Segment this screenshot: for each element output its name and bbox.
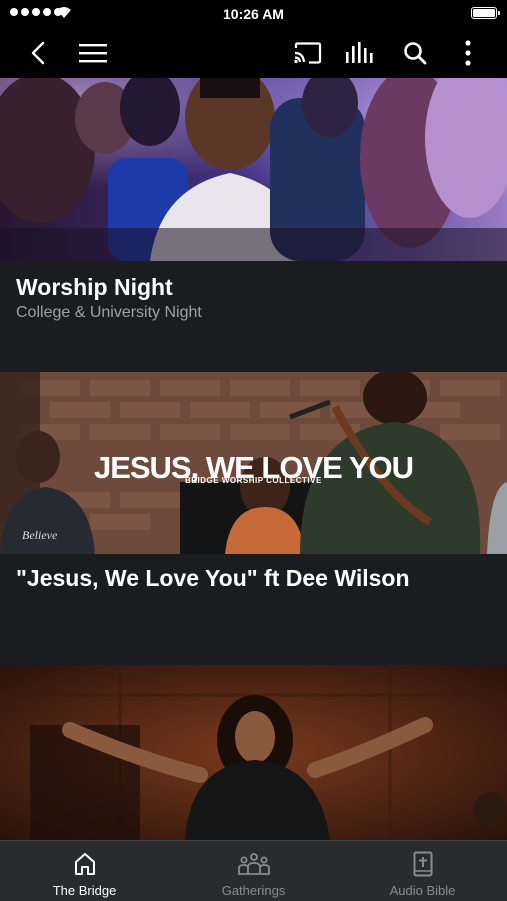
- more-button[interactable]: [458, 28, 478, 78]
- search-button[interactable]: [402, 28, 428, 78]
- singer-thumbnail[interactable]: [0, 665, 507, 840]
- overlay-subtitle: BRIDGE WORSHIP COLLECTIVE: [185, 476, 322, 485]
- back-button[interactable]: [24, 28, 52, 78]
- bottom-tab-bar: The Bridge Gatherings Audio Bible: [0, 840, 507, 901]
- feed-card-jesus-we-love-you[interactable]: JESUS, WE LOVE YOU BRIDGE WORSHIP COLLEC…: [0, 372, 507, 665]
- tab-gatherings[interactable]: Gatherings: [169, 841, 338, 901]
- feed-card-worship-night[interactable]: Worship Night College & University Night: [0, 78, 507, 372]
- feed-card-third[interactable]: [0, 665, 507, 840]
- bible-icon: [413, 851, 432, 877]
- worship-night-thumbnail[interactable]: [0, 78, 507, 261]
- back-icon: [31, 41, 45, 65]
- search-icon: [404, 42, 427, 65]
- tab-audio-bible[interactable]: Audio Bible: [338, 841, 507, 901]
- more-icon: [465, 40, 471, 66]
- audio-button[interactable]: [344, 28, 376, 78]
- menu-icon: [79, 44, 107, 63]
- tab-label-the-bridge: The Bridge: [52, 883, 117, 898]
- tab-label-audio-bible: Audio Bible: [389, 883, 456, 898]
- cast-button[interactable]: [292, 28, 322, 78]
- battery-icon: [471, 7, 500, 19]
- status-time: 10:26 AM: [223, 6, 284, 22]
- tab-label-gatherings: Gatherings: [221, 883, 286, 898]
- cast-icon: [293, 42, 321, 64]
- worship-night-title[interactable]: Worship Night: [16, 274, 173, 301]
- tab-the-bridge[interactable]: The Bridge: [0, 841, 169, 901]
- jesus-we-love-you-title[interactable]: "Jesus, We Love You" ft Dee Wilson: [16, 565, 410, 592]
- shirt-text: Believe: [22, 528, 58, 542]
- video-feed: Worship Night College & University Night: [0, 78, 507, 840]
- audio-bars-icon: [346, 42, 373, 63]
- menu-button[interactable]: [78, 28, 108, 78]
- group-icon: [237, 853, 270, 875]
- home-icon: [74, 853, 95, 875]
- top-nav-bar: [0, 28, 507, 78]
- status-bar: 10:26 AM: [0, 0, 507, 28]
- jesus-we-love-you-thumbnail[interactable]: JESUS, WE LOVE YOU BRIDGE WORSHIP COLLEC…: [0, 372, 507, 554]
- crowd-image: [0, 78, 507, 261]
- singer-image: [0, 665, 507, 840]
- worship-night-subtitle: College & University Night: [16, 304, 202, 321]
